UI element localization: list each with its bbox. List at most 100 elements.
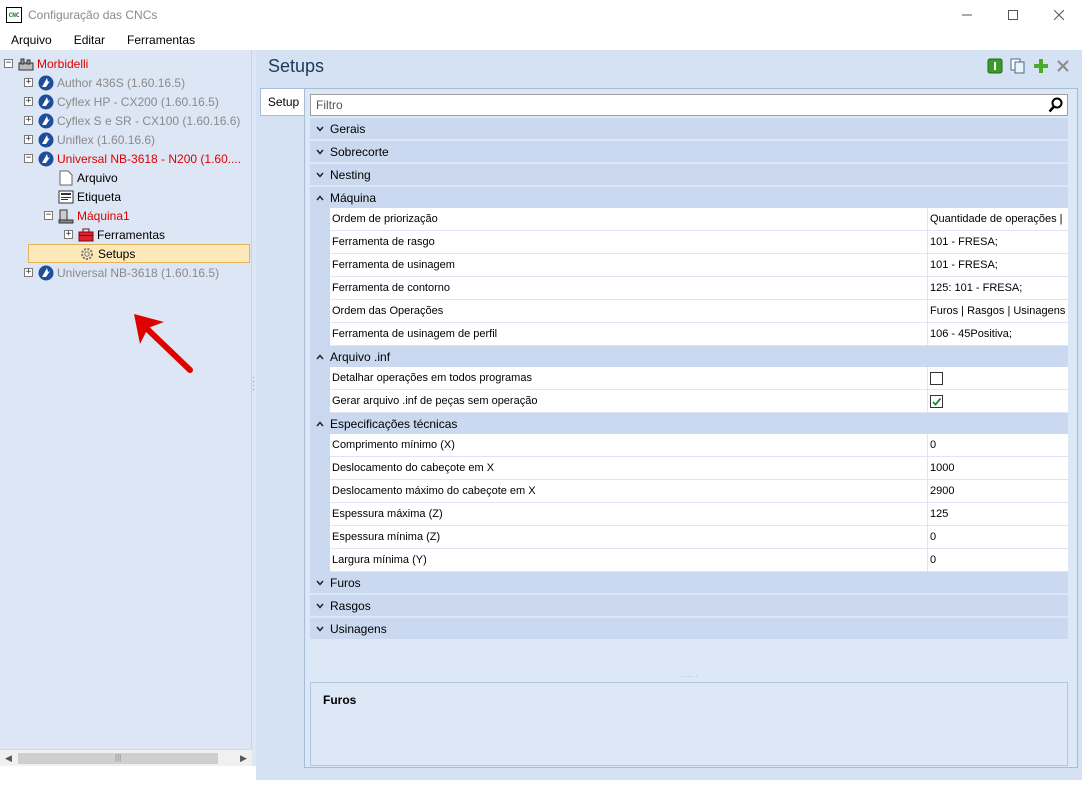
property-row[interactable]: Ordem de priorização Quantidade de operaç… [310, 208, 1068, 231]
scroll-left-icon[interactable]: ◀ [0, 753, 17, 764]
expand-icon[interactable]: + [24, 116, 33, 125]
category-header[interactable]: Sobrecorte [310, 141, 1068, 162]
tree-node[interactable]: Arquivo [58, 168, 118, 187]
property-value[interactable]: 125: 101 - FRESA; [928, 277, 1068, 300]
panel-title: Setups [268, 56, 325, 76]
chevron-down-icon[interactable] [310, 147, 330, 157]
description-title: Furos [323, 693, 357, 707]
checkbox-checked[interactable] [930, 394, 943, 408]
property-value[interactable]: 0 [928, 434, 1068, 457]
property-value[interactable]: 0 [928, 526, 1068, 549]
tree-node[interactable]: + Ferramentas [64, 225, 165, 244]
property-name: Comprimento mínimo (X) [330, 434, 928, 457]
category-label: Especificações técnicas [330, 416, 458, 431]
window-title: Configuração das CNCs [28, 8, 158, 22]
property-value[interactable]: 1000 [928, 457, 1068, 480]
property-row[interactable]: Espessura mínima (Z) 0 [310, 526, 1068, 549]
property-checkbox-cell[interactable] [928, 390, 1068, 413]
category-header[interactable]: Arquivo .inf [310, 346, 1068, 367]
property-row[interactable]: Ferramenta de usinagem 101 - FRESA; [310, 254, 1068, 277]
chevron-up-icon[interactable] [310, 193, 330, 203]
property-row[interactable]: Ferramenta de usinagem de perfil 106 - 45… [310, 323, 1068, 346]
category-header[interactable]: Especificações técnicas [310, 413, 1068, 434]
tree-node-label: Setups [98, 246, 136, 261]
tab-setup[interactable]: Setup [260, 88, 306, 116]
row-indent [310, 323, 330, 346]
setups-panel: Setups Setup Gerais Sobrecorte Nesting Máqu… [256, 50, 1082, 780]
copy-icon[interactable] [1010, 58, 1026, 74]
close-button[interactable] [1036, 0, 1082, 30]
property-value[interactable]: 0 [928, 549, 1068, 572]
property-row[interactable]: Ferramenta de contorno 125: 101 - FRESA; [310, 277, 1068, 300]
menu-editar[interactable]: Editar [63, 33, 116, 47]
property-row[interactable]: Gerar arquivo .inf de peças sem operação [310, 390, 1068, 413]
property-row[interactable]: Largura mínima (Y) 0 [310, 549, 1068, 572]
tree-node[interactable]: + Cyflex HP - CX200 (1.60.16.5) [24, 92, 219, 111]
tree-node[interactable]: − Máquina1 [44, 206, 130, 225]
filter-input[interactable] [314, 96, 1034, 114]
collapse-icon[interactable]: − [24, 154, 33, 163]
property-row[interactable]: Deslocamento máximo do cabeçote em X 2900 [310, 480, 1068, 503]
machine-blue-icon [38, 151, 54, 167]
property-row[interactable]: Comprimento mínimo (X) 0 [310, 434, 1068, 457]
chevron-down-icon[interactable] [310, 124, 330, 134]
description-box: Furos [310, 682, 1068, 766]
chevron-down-icon[interactable] [310, 601, 330, 611]
scroll-right-icon[interactable]: ▶ [235, 753, 252, 764]
property-value[interactable]: 2900 [928, 480, 1068, 503]
property-row[interactable]: Detalhar operações em todos programas [310, 367, 1068, 390]
category-header[interactable]: Furos [310, 572, 1068, 593]
chevron-down-icon[interactable] [310, 578, 330, 588]
property-value[interactable]: 125 [928, 503, 1068, 526]
factory-icon [18, 56, 34, 72]
expand-icon[interactable]: + [24, 135, 33, 144]
tree-node[interactable]: Setups [28, 244, 250, 263]
property-value[interactable]: 101 - FRESA; [928, 254, 1068, 277]
checkbox-unchecked[interactable] [930, 371, 943, 385]
search-icon[interactable] [1048, 97, 1064, 113]
chevron-up-icon[interactable] [310, 419, 330, 429]
add-icon[interactable] [1033, 58, 1049, 74]
tree-node[interactable]: + Cyflex S e SR - CX100 (1.60.16.6) [24, 111, 240, 130]
maximize-button[interactable] [990, 0, 1036, 30]
machine-blue-icon [38, 75, 54, 91]
minimize-button[interactable] [944, 0, 990, 30]
chevron-down-icon[interactable] [310, 170, 330, 180]
expand-icon[interactable]: + [24, 268, 33, 277]
category-header[interactable]: Usinagens [310, 618, 1068, 639]
tree-node[interactable]: + Author 436S (1.60.16.5) [24, 73, 185, 92]
property-value[interactable]: Furos | Rasgos | Usinagens | [928, 300, 1068, 323]
category-header[interactable]: Máquina [310, 187, 1068, 208]
chevron-down-icon[interactable] [310, 624, 330, 634]
property-value[interactable]: Quantidade de operações | [928, 208, 1068, 231]
tree-node[interactable]: + Universal NB-3618 (1.60.16.5) [24, 263, 219, 282]
property-value[interactable]: 101 - FRESA; [928, 231, 1068, 254]
info-icon[interactable] [987, 58, 1003, 74]
category-header[interactable]: Rasgos [310, 595, 1068, 616]
menu-arquivo[interactable]: Arquivo [0, 33, 63, 47]
expand-icon[interactable]: + [64, 230, 73, 239]
collapse-icon[interactable]: − [44, 211, 53, 220]
property-checkbox-cell[interactable] [928, 367, 1068, 390]
property-row[interactable]: Espessura máxima (Z) 125 [310, 503, 1068, 526]
description-splitter[interactable]: · · · · · [310, 674, 1068, 680]
tree-node[interactable]: Etiqueta [58, 187, 121, 206]
chevron-up-icon[interactable] [310, 352, 330, 362]
property-row[interactable]: Ordem das Operações Furos | Rasgos | Usin… [310, 300, 1068, 323]
tree-node[interactable]: − Morbidelli [4, 54, 88, 73]
property-value[interactable]: 106 - 45Positiva; [928, 323, 1068, 346]
tree-node[interactable]: − Universal NB-3618 - N200 (1.60.... [24, 149, 241, 168]
collapse-icon[interactable]: − [4, 59, 13, 68]
tree-node-label: Arquivo [77, 170, 118, 185]
tree-node[interactable]: + Uniflex (1.60.16.6) [24, 130, 155, 149]
delete-icon[interactable] [1056, 59, 1070, 73]
expand-icon[interactable]: + [24, 97, 33, 106]
expand-icon[interactable]: + [24, 78, 33, 87]
property-row[interactable]: Deslocamento do cabeçote em X 1000 [310, 457, 1068, 480]
tree-horizontal-scrollbar[interactable]: ◀ ||| ▶ [0, 749, 252, 766]
category-header[interactable]: Nesting [310, 164, 1068, 185]
tree-node-label: Cyflex S e SR - CX100 (1.60.16.6) [57, 113, 241, 128]
property-row[interactable]: Ferramenta de rasgo 101 - FRESA; [310, 231, 1068, 254]
menu-ferramentas[interactable]: Ferramentas [116, 33, 206, 47]
category-header[interactable]: Gerais [310, 118, 1068, 139]
